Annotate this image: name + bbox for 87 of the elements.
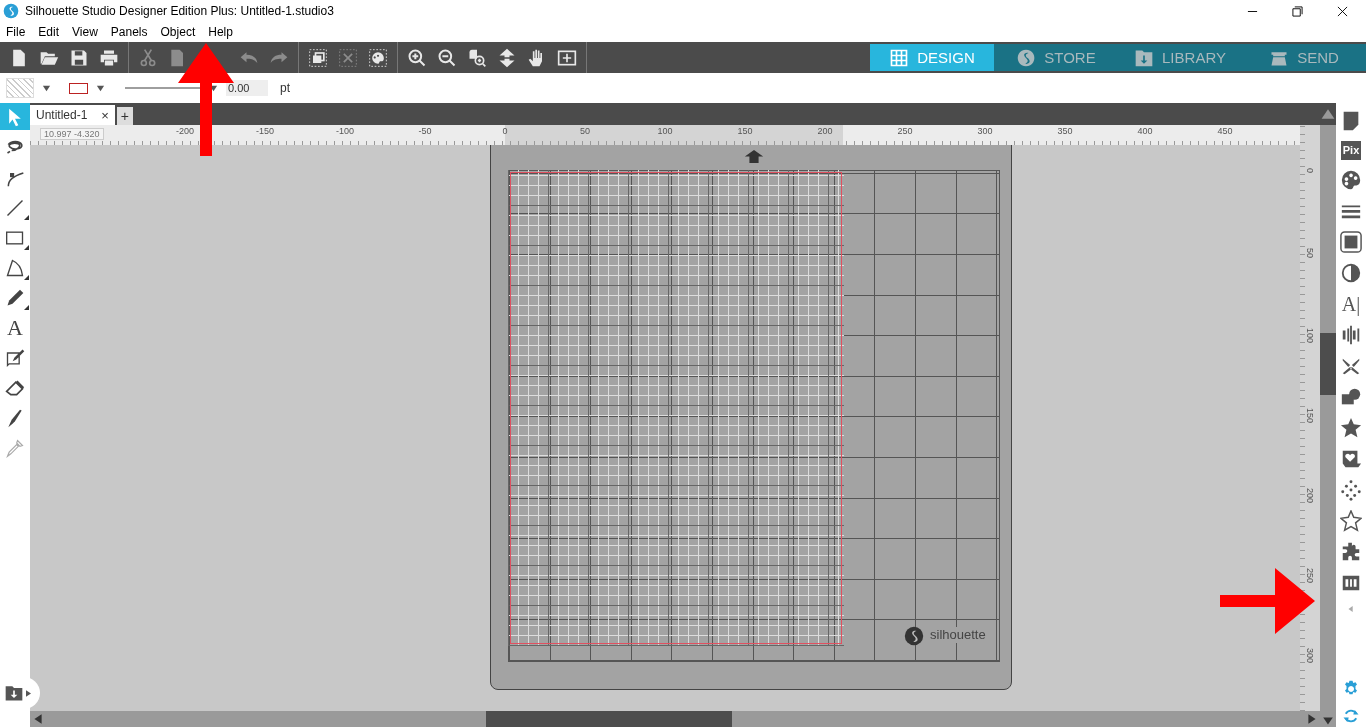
ruler-label: 450	[1217, 126, 1233, 136]
brand-name: silhouette	[928, 627, 988, 643]
ruler-label: -100	[336, 126, 354, 136]
feed-arrow-icon	[743, 150, 765, 163]
palette-icon[interactable]	[1340, 169, 1362, 191]
scroll-right-icon[interactable]	[1306, 713, 1318, 725]
line-style-selector[interactable]	[125, 85, 201, 91]
line-color-swatch[interactable]	[69, 82, 88, 94]
ruler-label: 200	[1305, 488, 1315, 504]
ruler-label: 100	[657, 126, 673, 136]
brand-logo-icon	[904, 626, 924, 646]
star-icon[interactable]	[1340, 417, 1362, 439]
flyout-corner-icon[interactable]	[24, 245, 29, 250]
pencil-icon	[5, 288, 25, 308]
ruler-label: 0	[502, 126, 508, 136]
ruler-label: 250	[1305, 568, 1315, 584]
line-width-field[interactable]: 0.00	[226, 80, 268, 96]
menu-item[interactable]: Edit	[38, 25, 60, 39]
tool-button[interactable]: A	[0, 313, 30, 343]
dropdown-caret-icon[interactable]	[96, 83, 105, 93]
flyout-corner-icon[interactable]	[24, 305, 29, 310]
scroll-thumb[interactable]	[486, 711, 732, 727]
close-tab-button[interactable]: ×	[101, 107, 109, 123]
menu-item[interactable]: Help	[208, 25, 233, 39]
menu-item[interactable]: View	[72, 25, 98, 39]
menu-item[interactable]: File	[6, 25, 26, 39]
document-tab[interactable]: Untitled-1 ×	[30, 105, 115, 125]
app-logo-icon	[3, 3, 19, 19]
scroll-thumb[interactable]	[1320, 333, 1336, 395]
eraser-icon	[5, 378, 25, 398]
canvas-area[interactable]: silhouette	[30, 145, 1300, 711]
scroll-left-icon[interactable]	[32, 713, 44, 725]
heart-image-icon[interactable]	[1340, 448, 1362, 470]
scroll-down-icon[interactable]	[1322, 715, 1334, 727]
zoom-selection-icon[interactable]	[467, 47, 487, 68]
half-circle-icon[interactable]	[1340, 262, 1362, 284]
unit-label: pt	[280, 81, 290, 95]
window-title: Silhouette Studio Designer Edition Plus: Untitled-1.studio3	[25, 4, 334, 18]
ruler-label: -50	[418, 126, 432, 136]
scroll-up-icon[interactable]	[1320, 103, 1336, 125]
menu-item[interactable]: Object	[160, 25, 196, 39]
ruler-label: 150	[737, 126, 753, 136]
ruler-label: 200	[817, 126, 833, 136]
vertical-scrollbar[interactable]	[1320, 103, 1336, 727]
menu-item[interactable]: Panels	[110, 25, 148, 39]
puzzle-icon[interactable]	[1340, 541, 1362, 563]
align-icon[interactable]	[1340, 324, 1362, 346]
arc-icon	[5, 258, 25, 278]
line-icon	[5, 198, 25, 218]
folder-download-icon	[4, 683, 24, 703]
store-logo-icon	[1016, 47, 1037, 68]
ruler-label: 250	[897, 126, 913, 136]
ruler-label: 300	[977, 126, 993, 136]
new-tab-button[interactable]: +	[116, 107, 133, 125]
ruler-label: 150	[1305, 408, 1315, 424]
group-icon[interactable]	[308, 47, 328, 68]
ruler-label: 100	[1305, 328, 1315, 344]
pattern-icon[interactable]	[1340, 231, 1362, 253]
ruler-label: 50	[1305, 248, 1315, 258]
fill-palette-icon[interactable]	[368, 47, 388, 68]
dots-icon[interactable]	[1340, 479, 1362, 501]
maximize-icon[interactable]	[1292, 5, 1303, 17]
up-down-arrow-icon[interactable]	[497, 47, 517, 68]
sketch-icon	[5, 348, 25, 368]
ruler-label: 300	[1305, 648, 1315, 664]
dropdown-caret-icon[interactable]	[42, 83, 51, 93]
grid-icon	[889, 47, 910, 68]
close-icon[interactable]	[1337, 5, 1348, 17]
horizontal-scrollbar[interactable]	[30, 711, 1320, 727]
zoom-out-icon[interactable]	[437, 47, 457, 68]
flyout-corner-icon[interactable]	[24, 215, 29, 220]
expand-arrow-icon	[26, 689, 31, 697]
ruler-label: -150	[256, 126, 274, 136]
ruler-label: 0	[1305, 168, 1315, 173]
zoom-in-icon[interactable]	[407, 47, 427, 68]
ruler-label: 350	[1057, 126, 1073, 136]
text-style-button[interactable]: A|	[1341, 293, 1361, 315]
eyedropper-icon	[5, 438, 25, 458]
fill-pattern-swatch[interactable]	[6, 78, 34, 98]
star-outline-icon[interactable]	[1340, 510, 1362, 532]
cursor-coordinates: 10.997 -4.320	[40, 128, 104, 140]
ruler-label: 400	[1137, 126, 1153, 136]
sync-icon[interactable]	[1342, 707, 1360, 725]
pix-panel-button[interactable]: Pix	[1340, 141, 1362, 160]
flyout-corner-icon[interactable]	[24, 275, 29, 280]
ruler-label: -200	[176, 126, 194, 136]
ruler-label: 50	[580, 126, 590, 136]
